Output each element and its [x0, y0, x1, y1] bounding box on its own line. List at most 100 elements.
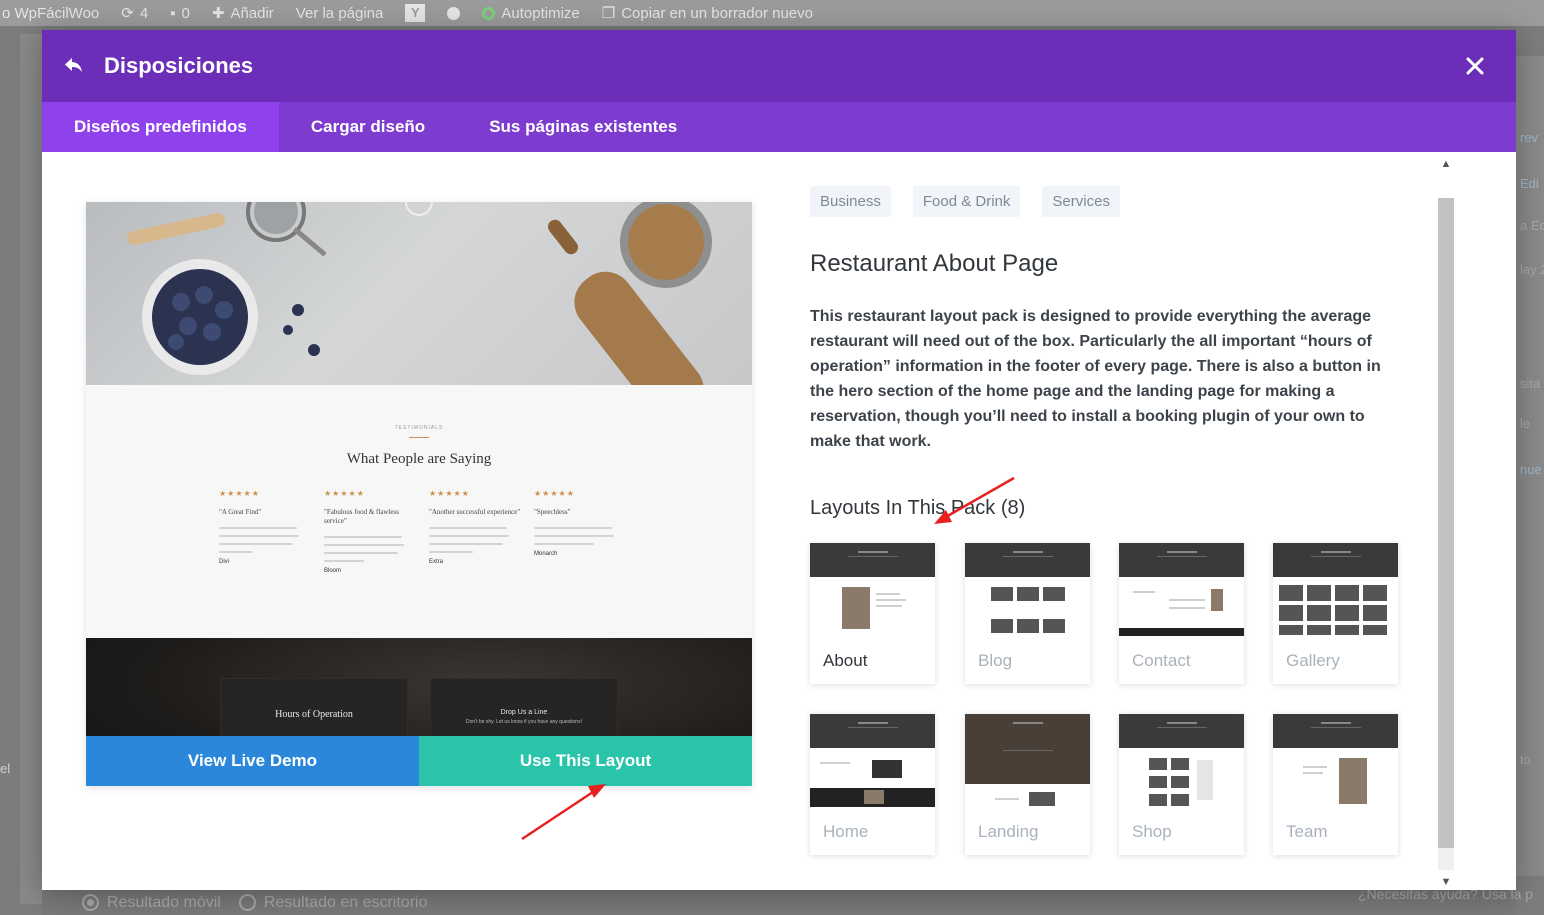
testimonials-kicker: TESTIMONIALS [394, 425, 444, 431]
testimonial-name: Bloom [324, 568, 342, 574]
testimonial-name: Divi [219, 559, 229, 565]
layout-card-contact[interactable]: Contact [1119, 543, 1244, 684]
backdrop-fragment: nue [1520, 462, 1542, 477]
rating-stars: ★★★★★ [534, 489, 575, 498]
layout-card-shop[interactable]: Shop [1119, 714, 1244, 855]
layout-card-team[interactable]: Team [1273, 714, 1398, 855]
layout-description: This restaurant layout pack is designed … [810, 308, 1381, 450]
layout-card-label: About [823, 651, 868, 670]
autoptimize-label: Autoptimize [501, 4, 580, 22]
layout-thumbnail [1119, 714, 1244, 807]
layout-card-label: Landing [978, 822, 1039, 841]
layout-thumbnail [965, 714, 1090, 807]
modal-scrollbar[interactable]: ▲ ▼ [1436, 152, 1456, 890]
plus-icon: ✚ [211, 5, 225, 22]
drop-line-subtitle: Don't be shy. Let us know if you have an… [466, 719, 582, 725]
radio-desktop-result[interactable]: Resultado en escritorio [238, 893, 428, 912]
close-button[interactable] [1464, 55, 1486, 77]
rating-stars: ★★★★★ [324, 489, 365, 498]
radio-desktop-label: Resultado en escritorio [263, 893, 428, 911]
radio-icon [82, 894, 99, 911]
add-new-link[interactable]: ✚ Añadir [211, 4, 274, 23]
backdrop-fragment: rev [1520, 130, 1539, 145]
radio-mobile-result[interactable]: Resultado móvil [82, 894, 221, 912]
layout-card-gallery[interactable]: Gallery [1273, 543, 1398, 684]
testimonial-item: ★★★★★ "A Great Find" Divi [219, 489, 315, 565]
backdrop-left-panel [20, 34, 42, 904]
testimonial-item: ★★★★★ "Another successful experience" Ex… [429, 489, 525, 565]
testimonial-quote: "Fabulous food & flawless service" [324, 508, 399, 525]
testimonial-quote: "Another successful experience" [429, 508, 521, 516]
backdrop-fragment: sita [1520, 376, 1541, 391]
copy-draft-link[interactable]: ❐ Copiar en un borrador nuevo [601, 4, 813, 23]
back-button[interactable] [64, 56, 84, 76]
view-page-link[interactable]: Ver la página [296, 5, 384, 22]
autoptimize-icon [482, 6, 496, 20]
layout-preview: TESTIMONIALS What People are Saying ★★★★… [86, 202, 752, 786]
use-this-layout-button[interactable]: Use This Layout [419, 736, 752, 786]
site-name-link[interactable]: o WpFácilWoo [2, 5, 99, 22]
tab-load-layout[interactable]: Cargar diseño [279, 102, 457, 152]
layout-card-home[interactable]: Home [810, 714, 935, 855]
chevron-up-icon[interactable]: ▲ [1438, 156, 1454, 172]
site-name-label: o WpFácilWoo [2, 4, 100, 22]
layout-thumbnail [965, 543, 1090, 636]
layout-thumbnail [810, 543, 935, 636]
testimonials-title: What People are Saying [346, 451, 492, 467]
layouts-modal: Disposiciones Diseños predefinidos Carga… [42, 30, 1516, 890]
layout-card-label: Team [1286, 822, 1328, 841]
rating-stars: ★★★★★ [429, 489, 470, 498]
layout-title: Restaurant About Page [810, 250, 1059, 277]
rating-stars: ★★★★★ [219, 489, 260, 498]
tab-predefined-layouts[interactable]: Diseños predefinidos [42, 102, 279, 152]
comments-link[interactable]: ▪ 0 [170, 5, 190, 22]
layout-card-about[interactable]: About [810, 543, 935, 684]
status-dot-icon [447, 6, 461, 20]
testimonials-divider [409, 437, 429, 438]
tab-existing-pages[interactable]: Sus páginas existentes [457, 102, 709, 152]
tag-services[interactable]: Services [1042, 186, 1120, 217]
chevron-down-icon[interactable]: ▼ [1438, 874, 1454, 890]
contact-box: Drop Us a Line Don't be shy. Let us know… [430, 678, 618, 738]
pack-layouts-grid: About Blog Contact Gallery Home Landing … [810, 543, 1400, 857]
backdrop-fragment: Edi [1520, 176, 1539, 191]
hero-image [86, 202, 752, 385]
testimonial-body-lines [534, 527, 630, 545]
backdrop-left: el [0, 26, 42, 915]
yoast-menu[interactable]: Y [405, 4, 426, 22]
scroll-thumb[interactable] [1438, 198, 1454, 848]
backdrop-fragment: a Ed [1520, 218, 1544, 233]
testimonial-quote: "Speechless" [534, 508, 571, 516]
testimonial-body-lines [219, 527, 315, 553]
updates-count: 4 [139, 4, 149, 22]
copy-icon: ❐ [601, 5, 616, 22]
comment-icon: ▪ [170, 4, 176, 22]
testimonial-name: Monarch [534, 551, 558, 557]
copy-draft-label: Copiar en un borrador nuevo [621, 4, 813, 22]
backdrop-left-label: el [0, 761, 11, 776]
layout-card-landing[interactable]: Landing [965, 714, 1090, 855]
backdrop-fragment: lay 2 [1520, 262, 1544, 277]
autoptimize-menu[interactable]: Autoptimize [482, 4, 580, 22]
layout-thumbnail [1273, 714, 1398, 807]
testimonial-body-lines [324, 536, 420, 562]
updates-link[interactable]: ⟳ 4 [121, 4, 149, 23]
layout-card-label: Blog [978, 651, 1013, 670]
testimonial-item: ★★★★★ "Fabulous food & flawless service"… [324, 489, 420, 574]
tag-business[interactable]: Business [810, 186, 891, 217]
layout-thumbnail [1273, 543, 1398, 636]
backdrop-fragment: le [1520, 416, 1531, 431]
back-arrow-icon [65, 58, 82, 72]
radio-mobile-label: Resultado móvil [107, 893, 221, 911]
tag-food-drink[interactable]: Food & Drink [912, 186, 1021, 217]
sync-icon: ⟳ [121, 5, 134, 22]
testimonials-section: TESTIMONIALS What People are Saying ★★★★… [86, 385, 752, 638]
testimonial-item: ★★★★★ "Speechless" Monarch [534, 489, 630, 557]
layout-thumbnail [810, 714, 935, 807]
hours-box: Hours of Operation [220, 678, 408, 738]
modal-header: Disposiciones [42, 30, 1516, 102]
layout-card-blog[interactable]: Blog [965, 543, 1090, 684]
modal-title: Disposiciones [104, 53, 254, 78]
view-live-demo-button[interactable]: View Live Demo [86, 736, 419, 786]
hours-title: Hours of Operation [275, 709, 353, 720]
